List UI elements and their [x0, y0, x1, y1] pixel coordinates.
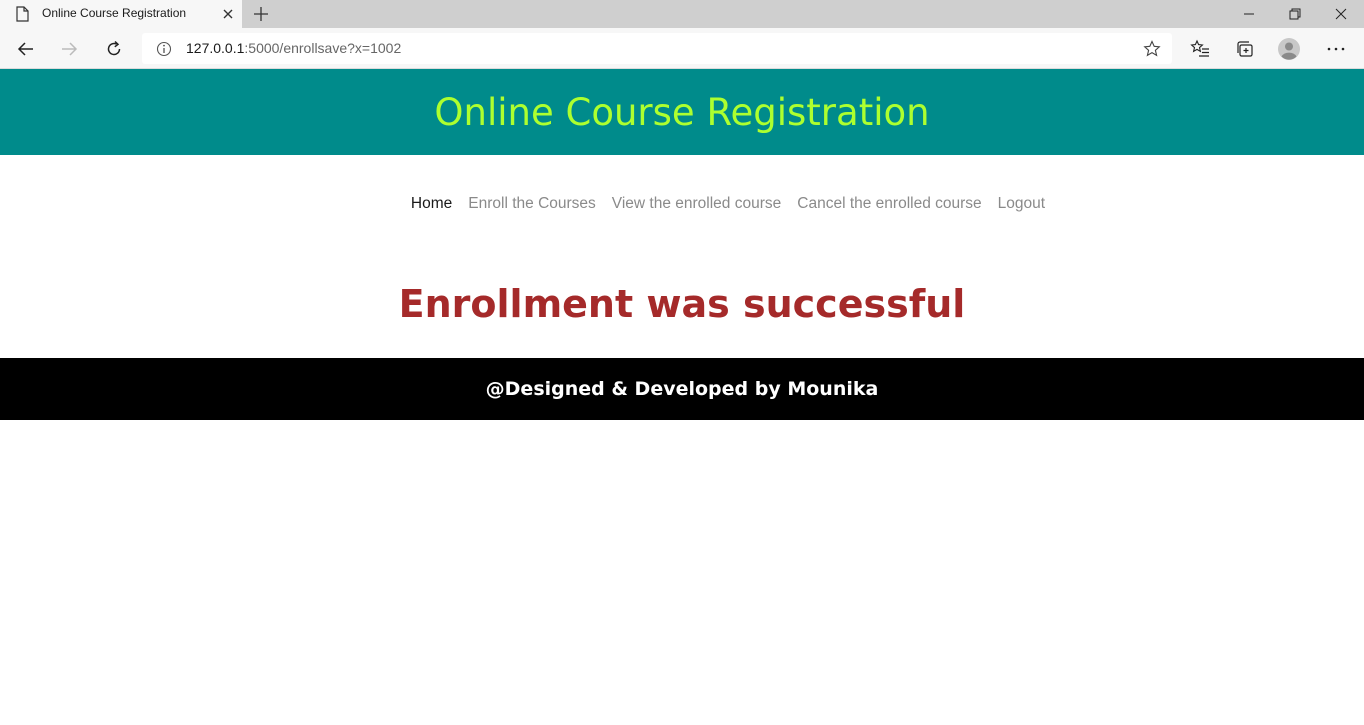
more-icon — [1327, 47, 1345, 51]
url-text[interactable]: 127.0.0.1:5000/enrollsave?x=1002 — [186, 40, 401, 56]
browser-toolbar: 127.0.0.1:5000/enrollsave?x=1002 — [0, 28, 1364, 69]
nav-item-home[interactable]: Home — [403, 190, 460, 218]
success-message: Enrollment was successful — [398, 282, 966, 326]
favorites-icon — [1190, 39, 1209, 57]
nav-item-logout[interactable]: Logout — [990, 190, 1053, 218]
more-button[interactable] — [1325, 38, 1347, 60]
site-footer: @Designed & Developed by Mounika — [0, 358, 1364, 420]
tab-title: Online Course Registration — [42, 6, 187, 20]
footer-credit: @Designed & Developed by Mounika — [485, 378, 879, 400]
refresh-icon — [107, 40, 121, 56]
back-icon — [17, 42, 33, 56]
close-icon[interactable] — [221, 7, 235, 21]
profile-button[interactable] — [1278, 38, 1300, 60]
minimize-button[interactable] — [1226, 0, 1272, 28]
favorites-button[interactable] — [1189, 38, 1211, 60]
browser-tab[interactable]: Online Course Registration — [0, 0, 242, 28]
minimize-icon — [1244, 13, 1254, 15]
nav-item-cancel-enrolled[interactable]: Cancel the enrolled course — [789, 190, 989, 218]
info-icon[interactable] — [156, 41, 172, 57]
address-bar[interactable]: 127.0.0.1:5000/enrollsave?x=1002 — [142, 33, 1172, 64]
refresh-button[interactable] — [101, 36, 127, 62]
main-nav: Home Enroll the Courses View the enrolle… — [0, 190, 1364, 218]
url-host: 127.0.0.1 — [186, 40, 245, 56]
site-header: Online Course Registration — [0, 69, 1364, 155]
browser-tab-strip: Online Course Registration — [0, 0, 1364, 28]
window-close-icon — [1335, 8, 1347, 20]
url-path: :5000/enrollsave?x=1002 — [244, 40, 402, 56]
restore-button[interactable] — [1272, 0, 1318, 28]
star-icon[interactable] — [1143, 40, 1161, 58]
window-close-button[interactable] — [1318, 0, 1364, 28]
collections-button[interactable] — [1234, 38, 1256, 60]
forward-icon — [62, 42, 78, 56]
collections-icon — [1237, 41, 1253, 57]
restore-icon — [1289, 8, 1301, 20]
page-icon — [16, 6, 29, 22]
plus-icon[interactable] — [253, 6, 269, 22]
site-title: Online Course Registration — [434, 90, 930, 134]
profile-icon — [1278, 38, 1300, 60]
nav-item-view-enrolled[interactable]: View the enrolled course — [604, 190, 789, 218]
back-button[interactable] — [13, 36, 39, 62]
nav-item-enroll-courses[interactable]: Enroll the Courses — [460, 190, 604, 218]
forward-button[interactable] — [56, 36, 82, 62]
